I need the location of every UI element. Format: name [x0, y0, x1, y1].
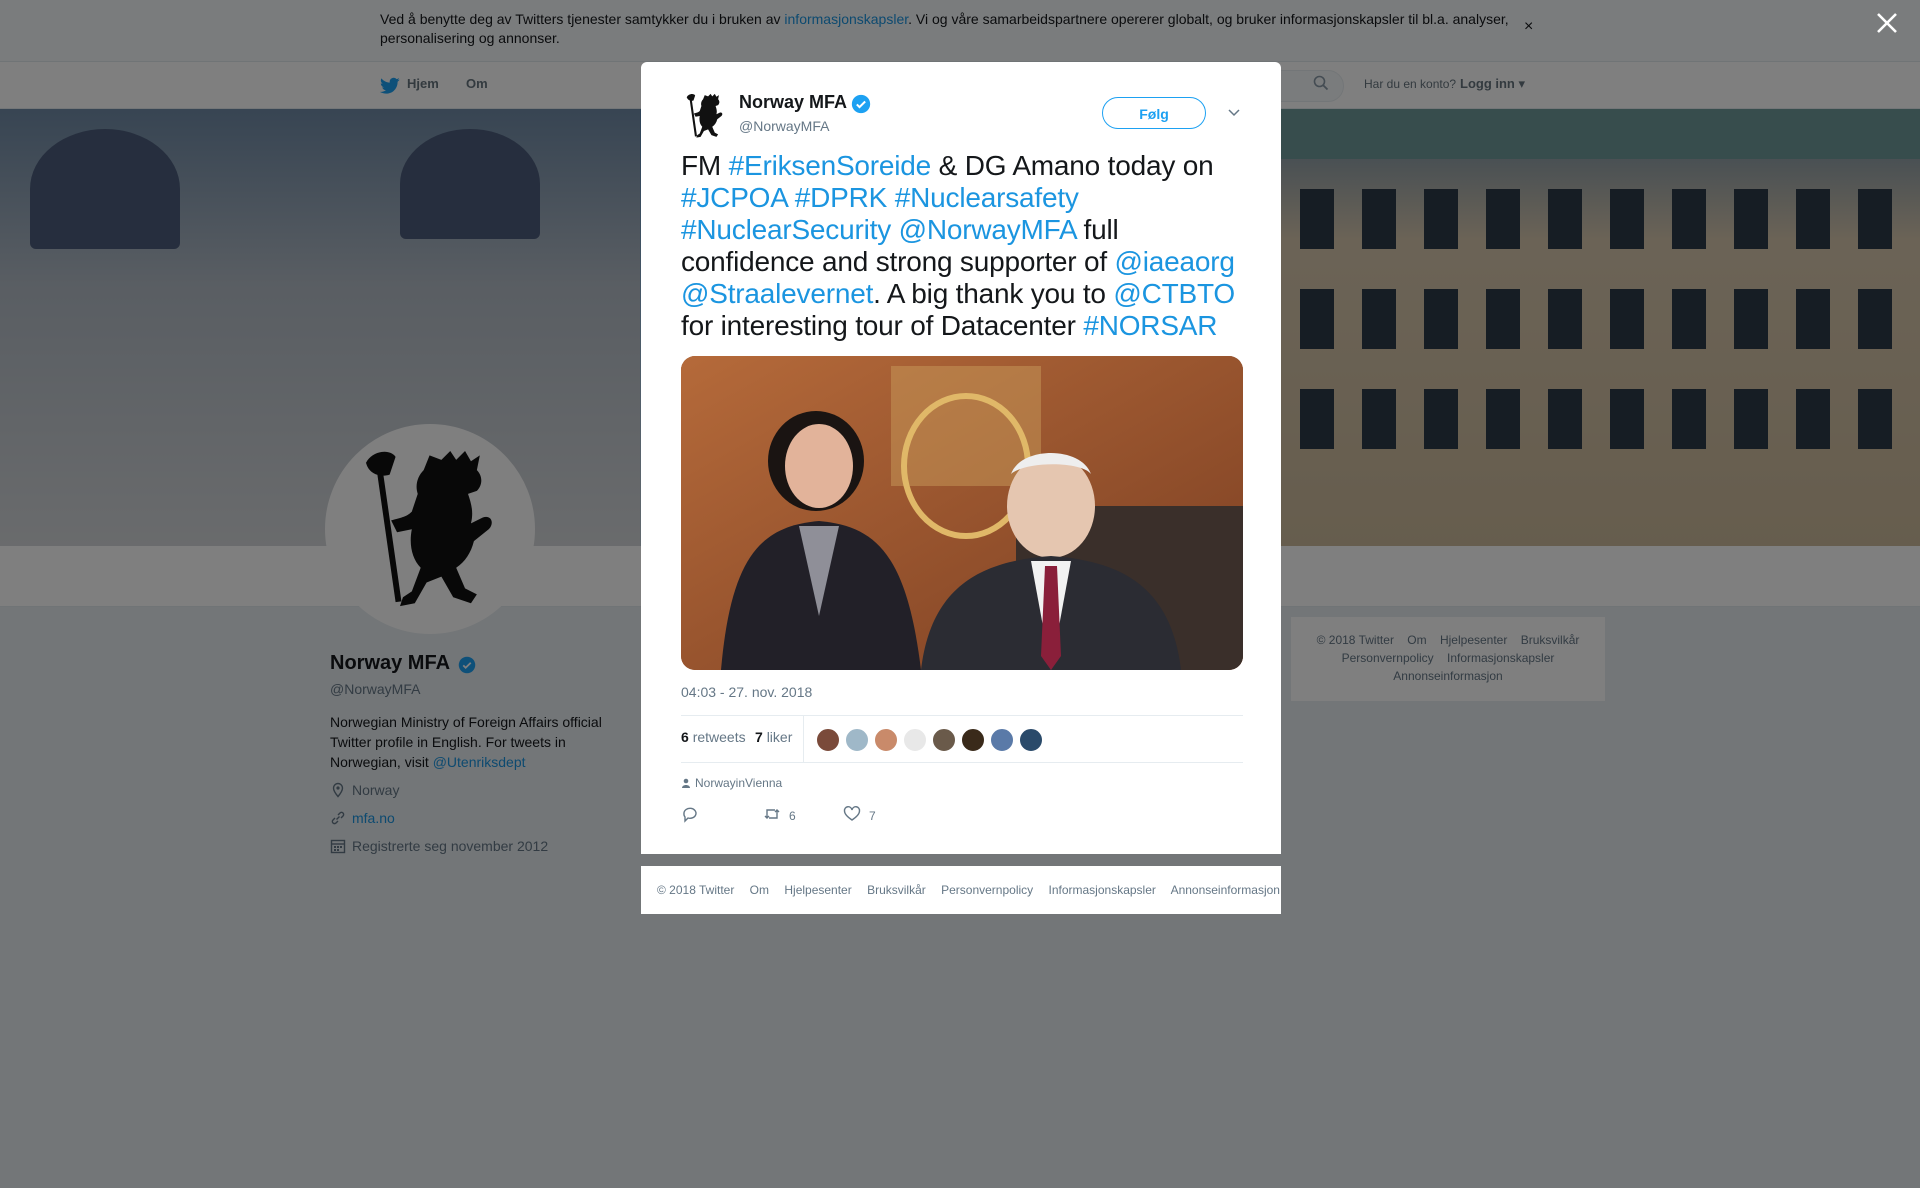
tweet-text: FM #EriksenSoreide & DG Amano today on #… — [681, 150, 1256, 342]
stats-divider-bottom — [681, 762, 1243, 763]
close-icon[interactable] — [1874, 10, 1900, 36]
hashtag-link[interactable]: #Nuclearsafety — [895, 182, 1079, 213]
mention-link[interactable]: @NorwayMFA — [899, 214, 1077, 245]
tweet-text-segment — [891, 214, 899, 245]
retweeter-avatar[interactable] — [903, 728, 927, 752]
tweet-context[interactable]: NorwayinVienna — [681, 776, 782, 790]
stats-divider — [803, 716, 804, 762]
hashtag-link[interactable]: #NuclearSecurity — [681, 214, 891, 245]
retweeter-avatar[interactable] — [1019, 728, 1043, 752]
footer-link-ads-info[interactable]: Annonseinformasjon — [1171, 883, 1280, 897]
retweet-icon — [764, 809, 780, 819]
reply-icon — [683, 807, 697, 823]
footer-copyright: © 2018 Twitter — [657, 883, 735, 897]
retweets-stat[interactable]: 6 retweets — [681, 729, 746, 745]
retweeter-avatar[interactable] — [816, 728, 840, 752]
footer-link-about[interactable]: Om — [750, 883, 769, 897]
tweet-author-handle[interactable]: @NorwayMFA — [739, 118, 829, 134]
retweeter-avatar[interactable] — [961, 728, 985, 752]
footer-link-help[interactable]: Hjelpesenter — [784, 883, 851, 897]
stats-divider-top — [681, 715, 1243, 716]
tweet-text-segment — [887, 182, 895, 213]
retweeter-avatar[interactable] — [874, 728, 898, 752]
modal-footer: © 2018 Twitter Om Hjelpesenter Bruksvilk… — [641, 866, 1281, 914]
tweet-author-name[interactable]: Norway MFA — [739, 92, 847, 113]
mention-link[interactable]: @iaeaorg — [1115, 246, 1235, 277]
tweet-text-segment: & DG Amano today on — [931, 150, 1214, 181]
tweet-timestamp[interactable]: 04:03 - 27. nov. 2018 — [681, 684, 812, 700]
follow-button[interactable]: Følg — [1102, 97, 1206, 129]
tweet-author-avatar[interactable] — [681, 92, 731, 142]
retweet-button[interactable]: 6 — [763, 805, 796, 823]
mention-link[interactable]: @Straalevernet — [681, 278, 873, 309]
reply-button[interactable] — [681, 805, 707, 823]
heart-icon — [843, 806, 861, 821]
hashtag-link[interactable]: #NORSAR — [1083, 310, 1217, 341]
footer-link-privacy[interactable]: Personvernpolicy — [941, 883, 1033, 897]
mention-link[interactable]: @CTBTO — [1113, 278, 1235, 309]
hashtag-link[interactable]: #EriksenSoreide — [729, 150, 932, 181]
hashtag-link[interactable]: #JCPOA — [681, 182, 787, 213]
tweet-photo[interactable] — [681, 356, 1243, 670]
tweet-modal: Norway MFA @NorwayMFA Følg FM #EriksenSo… — [641, 62, 1281, 854]
footer-link-cookies[interactable]: Informasjonskapsler — [1049, 883, 1156, 897]
person-icon — [682, 778, 690, 788]
norwegian-lion-emblem-icon — [686, 93, 723, 138]
tweet-text-segment — [787, 182, 795, 213]
retweeter-avatar[interactable] — [990, 728, 1014, 752]
hashtag-link[interactable]: #DPRK — [795, 182, 888, 213]
like-button[interactable]: 7 — [843, 805, 876, 823]
tweet-text-segment: FM — [681, 150, 729, 181]
tweet-text-segment: for interesting tour of Datacenter — [681, 310, 1084, 341]
tweet-photo-image — [681, 356, 1243, 670]
footer-link-terms[interactable]: Bruksvilkår — [867, 883, 926, 897]
retweeter-avatar[interactable] — [932, 728, 956, 752]
likes-stat[interactable]: 7 liker — [755, 729, 792, 745]
tweet-text-segment: . A big thank you to — [873, 278, 1114, 309]
retweeter-avatar[interactable] — [845, 728, 869, 752]
chevron-down-icon[interactable] — [1226, 104, 1242, 120]
verified-badge-icon — [851, 94, 871, 114]
